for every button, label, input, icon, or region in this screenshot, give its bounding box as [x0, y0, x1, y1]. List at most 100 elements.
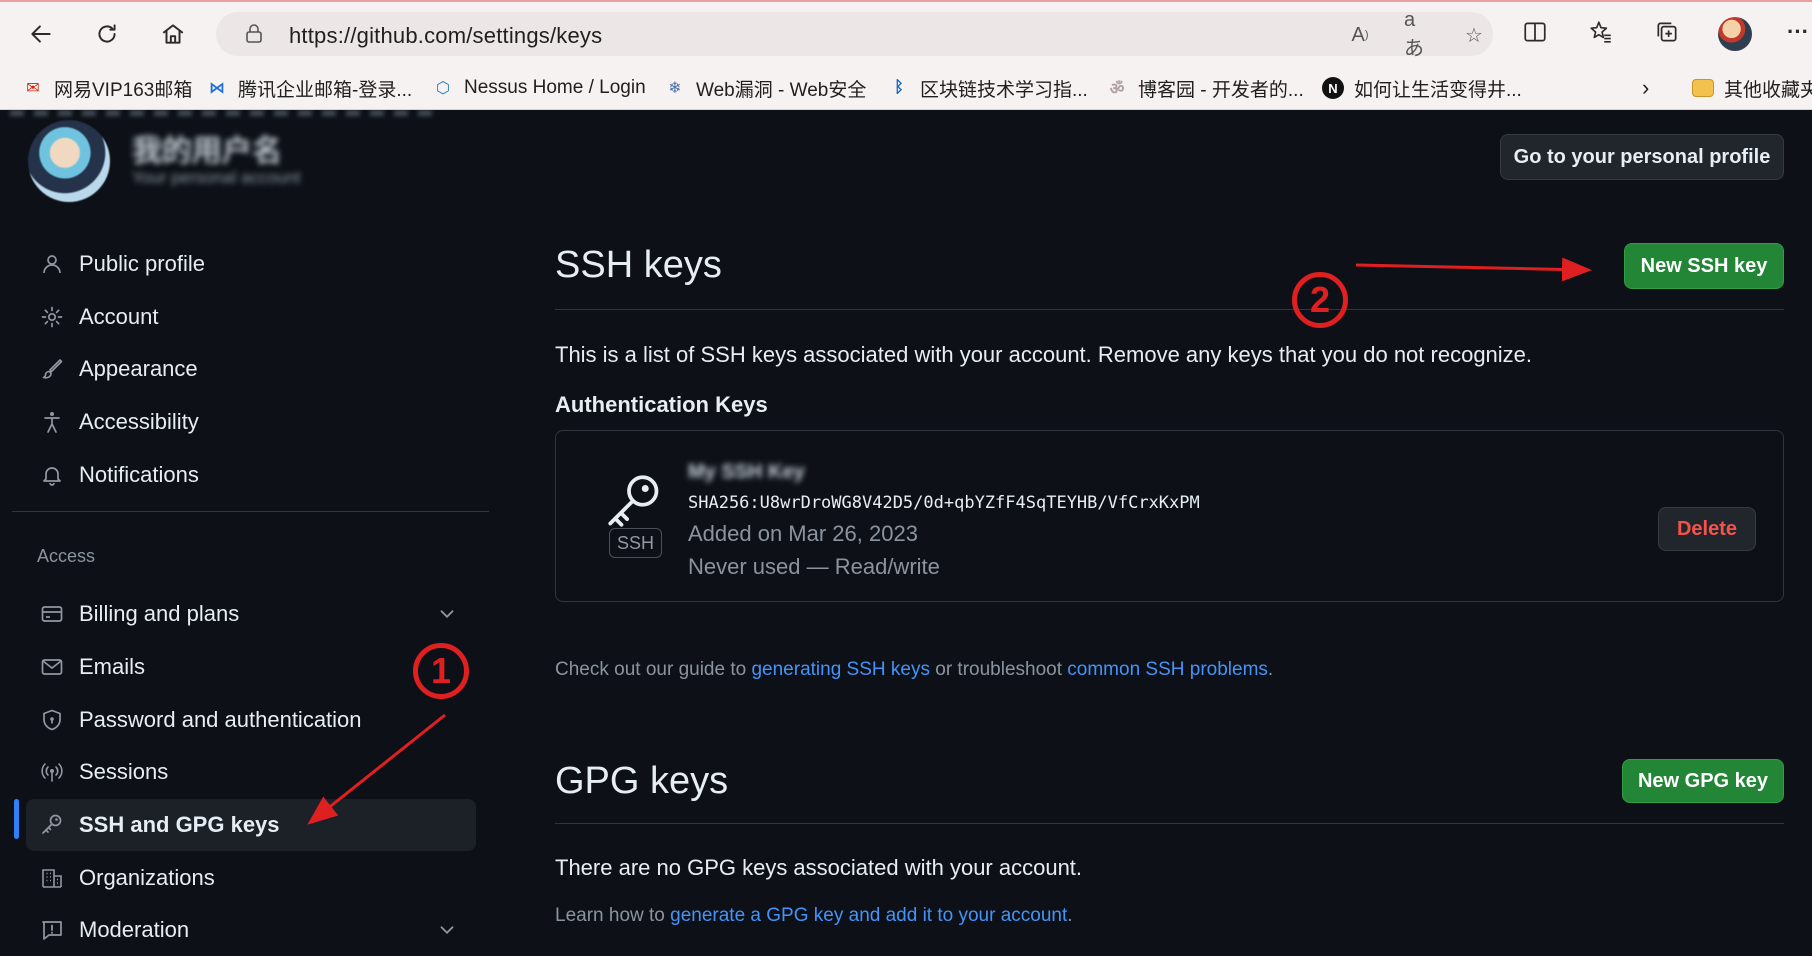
translate-icon[interactable]: aあ: [1404, 9, 1432, 60]
go-to-profile-button[interactable]: Go to your personal profile: [1500, 134, 1784, 180]
ssh-key-usage: Never used — Read/write: [688, 554, 940, 579]
bookmark-item[interactable]: ⋈ 腾讯企业邮箱-登录...: [206, 66, 412, 110]
generating-ssh-keys-link[interactable]: generating SSH keys: [751, 659, 930, 680]
gear-icon: [40, 305, 64, 329]
sidebar-item-moderation[interactable]: Moderation: [26, 905, 476, 955]
generate-gpg-key-link[interactable]: generate a GPG key and add it to your ac…: [670, 905, 1067, 926]
browser-profile-avatar[interactable]: [1718, 17, 1752, 51]
delete-key-button[interactable]: Delete: [1658, 507, 1756, 551]
gpg-empty-text: There are no GPG keys associated with yo…: [555, 855, 1083, 880]
bookmark-item[interactable]: ᛒ 区块链技术学习指...: [888, 66, 1088, 110]
favorite-add-icon[interactable]: ☆: [1460, 21, 1488, 49]
bookmark-item[interactable]: N 如何让生活变得井...: [1322, 66, 1522, 110]
sidebar-item-accessibility[interactable]: Accessibility: [26, 397, 476, 447]
bookmark-item[interactable]: ✉ 网易VIP163邮箱: [22, 66, 192, 110]
annotation-arrow-2: [1355, 257, 1592, 282]
chevron-down-icon[interactable]: [436, 919, 458, 941]
new-gpg-key-button[interactable]: New GPG key: [1622, 759, 1784, 803]
sidebar-item-label: Sessions: [79, 759, 169, 784]
ssh-description: This is a list of SSH keys associated wi…: [555, 342, 1533, 367]
split-screen-icon[interactable]: [1520, 17, 1550, 47]
sidebar-item-label: SSH and GPG keys: [79, 812, 280, 837]
common-ssh-problems-link[interactable]: common SSH problems: [1067, 659, 1268, 680]
sidebar-item-organizations[interactable]: Organizations: [26, 853, 476, 903]
sidebar-item-label: Emails: [79, 654, 146, 679]
bookmark-item[interactable]: 其他收藏夹: [1692, 66, 1812, 110]
annotation-step-1: 1: [413, 643, 469, 699]
ssh-guide-text: Check out our guide to generating SSH ke…: [555, 659, 1273, 681]
bookmark-item[interactable]: ॐ 博客园 - 开发者的...: [1106, 66, 1304, 110]
sidebar-item-ssh-gpg-keys[interactable]: SSH and GPG keys: [26, 799, 476, 851]
address-bar[interactable]: https://github.com/settings/keys A) aあ ☆: [216, 9, 1493, 60]
section-divider: [555, 823, 1784, 824]
home-icon: [162, 24, 184, 44]
broadcast-icon: [40, 760, 64, 784]
folder-icon: [1692, 79, 1714, 97]
ssh-key-added-date: Added on Mar 26, 2023: [688, 521, 918, 546]
user-name: 我的用户名: [132, 135, 282, 168]
active-indicator: [14, 799, 19, 839]
sidebar-item-public-profile[interactable]: Public profile: [26, 239, 476, 289]
bookmark-item[interactable]: ❄ Web漏洞 - Web安全: [664, 66, 866, 110]
guide-middle: or troubleshoot: [929, 659, 1068, 680]
bookmark-label: 区块链技术学习指...: [920, 79, 1088, 101]
sidebar-item-appearance[interactable]: Appearance: [26, 344, 476, 394]
sidebar-item-sessions[interactable]: Sessions: [26, 747, 476, 797]
sidebar-item-billing[interactable]: Billing and plans: [26, 589, 476, 639]
user-avatar[interactable]: [28, 120, 110, 202]
bookmark-label: 腾讯企业邮箱-登录...: [238, 79, 413, 101]
ssh-key-title: My SSH Key: [688, 461, 805, 483]
sidebar-section-heading: Access: [37, 546, 96, 566]
nessus-icon: ⬡: [436, 80, 450, 97]
sidebar-item-account[interactable]: Account: [26, 292, 476, 342]
learn-prefix: Learn how to: [555, 905, 671, 926]
read-aloud-icon[interactable]: A): [1346, 21, 1374, 49]
bookmark-label: 博客园 - 开发者的...: [1138, 79, 1304, 101]
authentication-keys-heading: Authentication Keys: [555, 392, 768, 417]
arrow-left-icon: [31, 25, 51, 43]
section-divider: [555, 309, 1784, 310]
github-settings-page: 我的用户名 Your personal account Go to your p…: [0, 110, 1812, 956]
guide-prefix: Check out our guide to: [555, 659, 752, 680]
home-button[interactable]: [154, 15, 192, 53]
collections-icon[interactable]: [1652, 17, 1682, 47]
bookmark-label: Web漏洞 - Web安全: [696, 79, 867, 101]
sidebar-item-label: Account: [79, 304, 159, 329]
new-ssh-key-button[interactable]: New SSH key: [1624, 243, 1784, 289]
chevron-down-icon[interactable]: [436, 603, 458, 625]
sidebar-item-notifications[interactable]: Notifications: [26, 450, 476, 500]
lock-icon: [246, 24, 262, 43]
notion-icon: N: [1322, 77, 1344, 99]
bookmarks-overflow-chevron[interactable]: ›: [1642, 66, 1649, 110]
accessibility-icon: [40, 410, 64, 434]
bookmark-item[interactable]: ⬡ Nessus Home / Login: [432, 66, 646, 110]
bookmarks-bar: ✉ 网易VIP163邮箱 ⋈ 腾讯企业邮箱-登录... ⬡ Nessus Hom…: [0, 66, 1812, 110]
sidebar-item-password-authentication[interactable]: Password and authentication: [26, 695, 476, 745]
address-url[interactable]: https://github.com/settings/keys: [289, 23, 602, 49]
more-menu-icon[interactable]: ···: [1786, 17, 1810, 47]
bell-icon: [40, 463, 64, 487]
credit-card-icon: [40, 602, 64, 626]
bluetooth-icon: ᛒ: [894, 79, 904, 96]
ssh-key-fingerprint: SHA256:U8wrDroWG8V42D5/0d+qbYZfF4SqTEYHB…: [688, 493, 1200, 513]
cnblogs-icon: ॐ: [1109, 81, 1125, 98]
back-button[interactable]: [22, 15, 60, 53]
blurred-header-remnant: [10, 110, 440, 116]
ssh-key-card: SSH My SSH Key SHA256:U8wrDroWG8V42D5/0d…: [555, 430, 1784, 602]
bookmark-label: 网易VIP163邮箱: [54, 79, 193, 101]
favorites-icon[interactable]: [1586, 17, 1616, 47]
snowflake-icon: ❄: [668, 80, 682, 97]
ssh-keys-title: SSH keys: [555, 244, 722, 286]
learn-suffix: .: [1067, 905, 1073, 926]
ssh-type-badge: SSH: [609, 528, 662, 558]
sidebar-item-label: Accessibility: [79, 409, 199, 434]
sidebar-item-label: Notifications: [79, 462, 199, 487]
gpg-keys-title: GPG keys: [555, 760, 729, 802]
sidebar-divider: [12, 511, 489, 512]
browser-toolbar: https://github.com/settings/keys A) aあ ☆…: [0, 0, 1812, 66]
sidebar-item-emails[interactable]: Emails: [26, 642, 476, 692]
organization-icon: [40, 866, 64, 890]
refresh-button[interactable]: [88, 15, 126, 53]
sidebar-item-label: Organizations: [79, 865, 215, 890]
tencent-mail-icon: ⋈: [209, 80, 225, 97]
